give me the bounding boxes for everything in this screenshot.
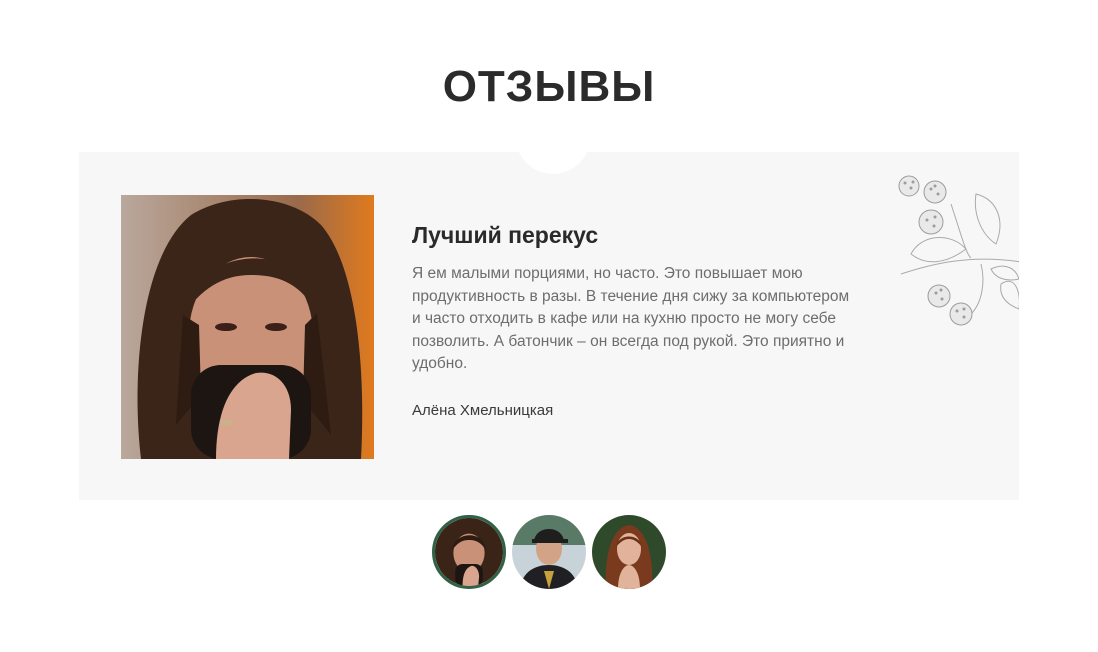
- avatar-man-cap-icon: [512, 515, 586, 589]
- reviewer-photo: [121, 195, 374, 459]
- avatar-woman-dark-hair-icon: [435, 518, 503, 586]
- review-thumbnails: [432, 515, 672, 591]
- review-thumb-1[interactable]: [432, 515, 506, 589]
- raspberry-branch-icon: [898, 175, 1019, 326]
- review-title: Лучший перекус: [412, 222, 599, 248]
- review-author: Алёна Хмельницкая: [412, 401, 554, 419]
- card-notch: [515, 152, 591, 174]
- avatar-woman-red-hair-icon: [592, 515, 666, 589]
- review-thumb-3[interactable]: [592, 515, 666, 589]
- review-content: Лучший перекус Я ем малыми порциями, но …: [412, 222, 857, 419]
- review-thumb-2[interactable]: [512, 515, 586, 589]
- review-text: Я ем малыми порциями, но часто. Это повы…: [412, 265, 850, 372]
- section-title: ОТЗЫВЫ: [442, 62, 656, 111]
- review-card: Лучший перекус Я ем малыми порциями, но …: [79, 152, 1019, 500]
